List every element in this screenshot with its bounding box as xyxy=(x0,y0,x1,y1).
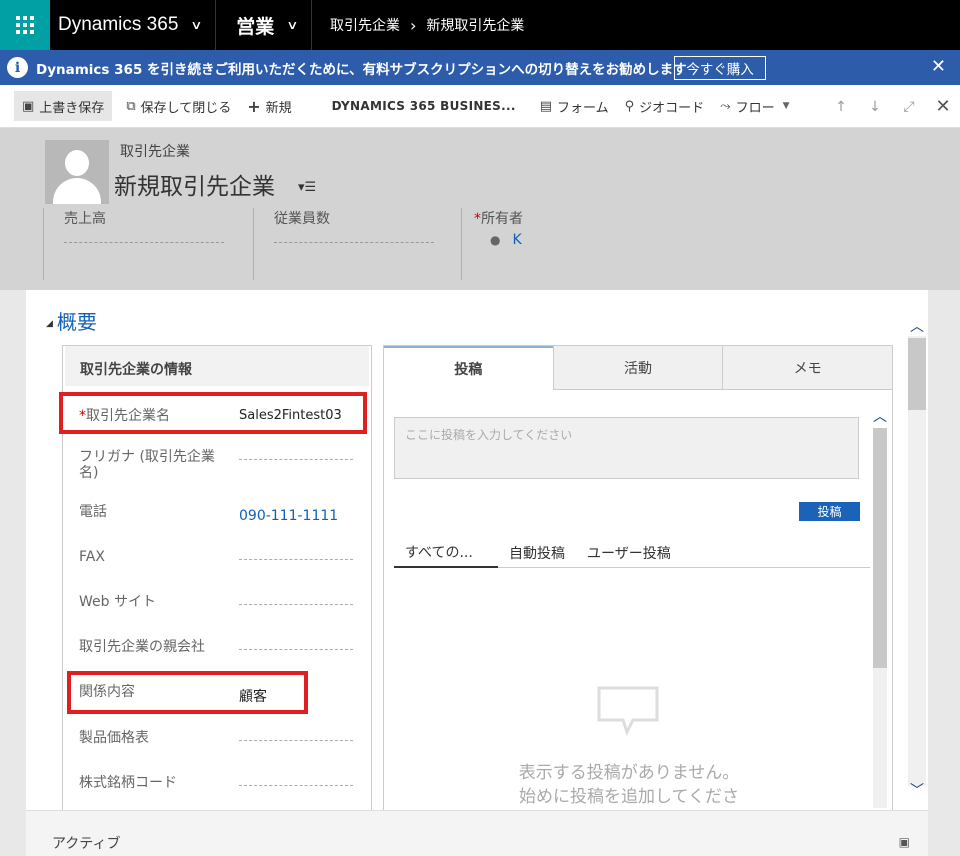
form-selector-icon[interactable]: ▾☰ xyxy=(298,180,316,195)
save-close-icon: ⧉ xyxy=(126,98,136,114)
caret-down-icon: ▼ xyxy=(782,101,790,111)
plus-icon: + xyxy=(247,96,261,116)
avatar[interactable] xyxy=(45,140,109,204)
owner-value[interactable]: ● K xyxy=(490,232,522,248)
subtab-user[interactable]: ユーザー投稿 xyxy=(576,538,682,568)
status-bar: アクティブ ▣ xyxy=(26,810,928,856)
empty-message: 表示する投稿がありません。 始めに投稿を追加してくださ xyxy=(518,763,740,807)
save-button[interactable]: ▣ 上書き保存 xyxy=(14,91,113,121)
popout-icon[interactable]: ⤢ xyxy=(892,99,926,115)
section-header: 取引先企業の情報 xyxy=(65,346,369,386)
page-title: 新規取引先企業 xyxy=(114,174,275,200)
field-label: FAX xyxy=(79,549,105,565)
waffle-icon xyxy=(16,16,34,34)
close-icon[interactable]: ✕ xyxy=(926,96,960,117)
field-label: 取引先企業の親会社 xyxy=(79,639,205,655)
business-button[interactable]: DYNAMICS 365 BUSINES... xyxy=(324,91,524,121)
form-body: ◢ 概要 取引先企業の情報 *取引先企業名 Sales2Fintest03 フリガ… xyxy=(26,290,928,815)
tab-posts[interactable]: 投稿 xyxy=(384,346,553,390)
status-text: アクティブ xyxy=(52,836,121,852)
account-info-section: 取引先企業の情報 *取引先企業名 Sales2Fintest03 フリガナ (取… xyxy=(59,345,372,815)
field-label: 製品価格表 xyxy=(79,730,149,746)
header-field-employees[interactable]: 従業員数 xyxy=(253,208,461,280)
geocode-button[interactable]: ⚲ ジオコード xyxy=(617,91,713,121)
field-label: 売上高 xyxy=(64,211,106,227)
app-name[interactable]: Dynamics 365 xyxy=(50,14,178,36)
header-field-revenue[interactable]: 売上高 xyxy=(43,208,253,280)
record-header: 取引先企業 新規取引先企業 ▾☰ 売上高 従業員数 *所有者 ● K xyxy=(0,128,960,290)
notification-bar: i Dynamics 365 を引き続きご利用いただくために、有料サブスクリプシ… xyxy=(0,50,960,85)
section-title[interactable]: ◢ 概要 xyxy=(46,306,97,335)
field-label: 従業員数 xyxy=(274,211,330,227)
field-label: 電話 xyxy=(79,504,107,520)
breadcrumb-accounts[interactable]: 取引先企業 xyxy=(330,15,400,35)
breadcrumb-current: 新規取引先企業 xyxy=(426,18,525,34)
chevron-up-icon[interactable]: ︿ xyxy=(873,406,887,426)
chevron-down-icon[interactable]: ﹀ xyxy=(910,780,924,800)
collapse-icon: ◢ xyxy=(46,318,53,329)
subtab-auto[interactable]: 自動投稿 xyxy=(498,538,576,568)
arrow-down-icon[interactable]: ↓ xyxy=(858,99,892,115)
field-label: *所有者 xyxy=(474,211,523,227)
chevron-down-icon[interactable]: ∨ xyxy=(286,18,298,32)
notification-text: Dynamics 365 を引き続きご利用いただくために、有料サブスクリプション… xyxy=(36,61,687,78)
chevron-up-icon[interactable]: ︿ xyxy=(910,316,924,336)
save-close-label: 保存して閉じる xyxy=(140,100,232,116)
record-nav: ↑ ↓ ⤢ ✕ xyxy=(824,85,960,128)
save-close-button[interactable]: ⧉ 保存して閉じる xyxy=(118,91,239,121)
post-button[interactable]: 投稿 xyxy=(799,502,860,521)
chevron-down-icon[interactable]: ∨ xyxy=(191,18,203,32)
map-pin-icon: ⚲ xyxy=(624,98,635,114)
field-label: 株式銘柄コード xyxy=(79,775,177,791)
tab-notes[interactable]: メモ xyxy=(722,346,893,390)
flow-label: フロー xyxy=(735,100,775,116)
area-name[interactable]: 営業 xyxy=(216,12,274,39)
arrow-up-icon[interactable]: ↑ xyxy=(824,99,858,115)
top-nav-bar: Dynamics 365 ∨ 営業 ∨ 取引先企業 › 新規取引先企業 xyxy=(0,0,960,50)
field-label: Web サイト xyxy=(79,594,156,610)
tab-activities[interactable]: 活動 xyxy=(552,346,723,390)
page-scrollbar[interactable]: ︿ ﹀ xyxy=(906,310,928,810)
business-label: DYNAMICS 365 BUSINES... xyxy=(331,99,516,113)
subtab-all[interactable]: すべての... xyxy=(394,538,498,568)
field-label: フリガナ (取引先企業名) xyxy=(79,449,215,481)
header-field-owner[interactable]: *所有者 ● K xyxy=(461,208,681,280)
entity-type: 取引先企業 xyxy=(120,144,190,160)
new-label: 新規 xyxy=(265,100,292,116)
flow-button[interactable]: ⤳ フロー ▼ xyxy=(712,91,797,121)
highlight-account-name xyxy=(59,392,367,434)
activity-panel: 投稿 活動 メモ ここに投稿を入力してください 投稿 すべての... 自動投稿 … xyxy=(383,345,893,815)
app-launcher-button[interactable] xyxy=(0,0,50,50)
post-input[interactable]: ここに投稿を入力してください xyxy=(394,417,859,479)
close-icon[interactable]: ✕ xyxy=(931,56,946,77)
info-icon: i xyxy=(7,57,28,78)
user-icon: ● xyxy=(490,233,501,247)
post-filter-tabs: すべての... 自動投稿 ユーザー投稿 xyxy=(394,538,870,568)
form-label: フォーム xyxy=(557,100,609,116)
field-value[interactable]: 090-111-1111 xyxy=(239,508,338,524)
floppy-icon[interactable]: ▣ xyxy=(899,835,910,849)
save-label: 上書き保存 xyxy=(39,100,105,116)
floppy-icon: ▣ xyxy=(22,98,35,114)
command-bar: ▣ 上書き保存 ⧉ 保存して閉じる + 新規 DYNAMICS 365 BUSI… xyxy=(0,85,960,128)
chat-bubble-icon xyxy=(597,686,659,736)
buy-now-button[interactable]: 今すぐ購入 xyxy=(674,56,766,80)
flow-icon: ⤳ xyxy=(720,98,731,114)
activity-scrollbar[interactable]: ︿ xyxy=(871,406,889,816)
geocode-label: ジオコード xyxy=(639,100,705,116)
new-button[interactable]: + 新規 xyxy=(239,91,299,121)
activity-tabs: 投稿 活動 メモ xyxy=(384,346,893,390)
highlight-relationship xyxy=(67,671,308,714)
breadcrumb-arrow-icon: › xyxy=(410,15,417,35)
scroll-thumb[interactable] xyxy=(908,338,926,410)
nav-divider xyxy=(311,0,312,50)
scroll-thumb[interactable] xyxy=(873,428,887,668)
form-button[interactable]: ▤ フォーム xyxy=(532,91,617,121)
form-icon: ▤ xyxy=(539,98,552,114)
